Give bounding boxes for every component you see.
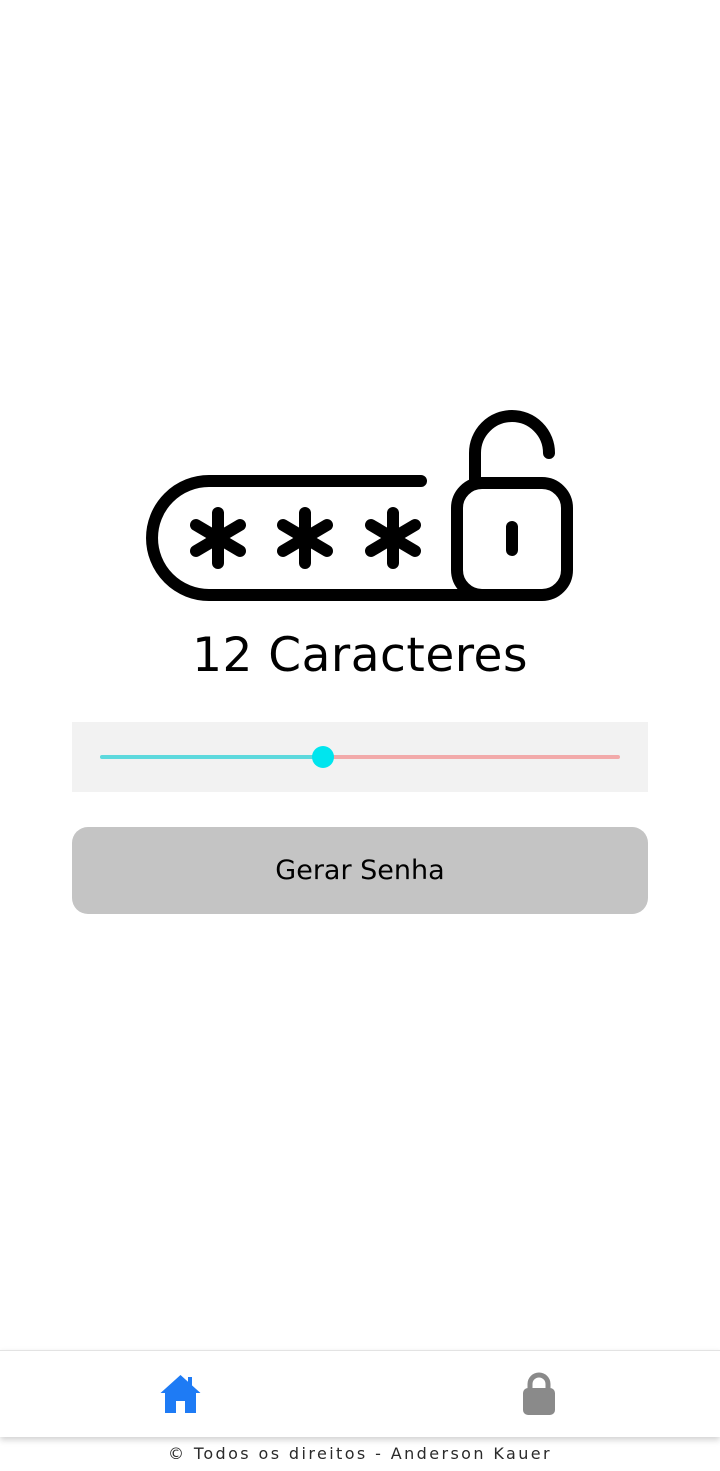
- length-slider-container: [72, 722, 648, 792]
- slider-remaining-track: [322, 755, 620, 759]
- length-slider[interactable]: [100, 755, 620, 759]
- lock-icon: [523, 1372, 555, 1415]
- tab-password[interactable]: [360, 1351, 720, 1437]
- asterisk-icon: [365, 507, 421, 569]
- tab-home[interactable]: [0, 1351, 360, 1437]
- slider-filled-track: [100, 755, 323, 759]
- password-field-outline: [146, 475, 491, 601]
- generate-password-button[interactable]: Gerar Senha: [72, 827, 648, 914]
- asterisk-icon: [190, 507, 246, 569]
- open-padlock-icon: [451, 410, 573, 601]
- footer-copyright: © Todos os direitos - Anderson Kauer: [168, 1444, 552, 1463]
- screen: 12 Caracteres Gerar Senha © Todos os dir…: [0, 0, 720, 1471]
- slider-thumb[interactable]: [311, 746, 334, 768]
- password-unlock-icon: [146, 410, 573, 601]
- home-icon: [160, 1375, 201, 1413]
- asterisk-icon: [277, 507, 333, 569]
- bottom-tab-bar: [0, 1350, 720, 1437]
- character-count-label: 12 Caracteres: [192, 628, 528, 683]
